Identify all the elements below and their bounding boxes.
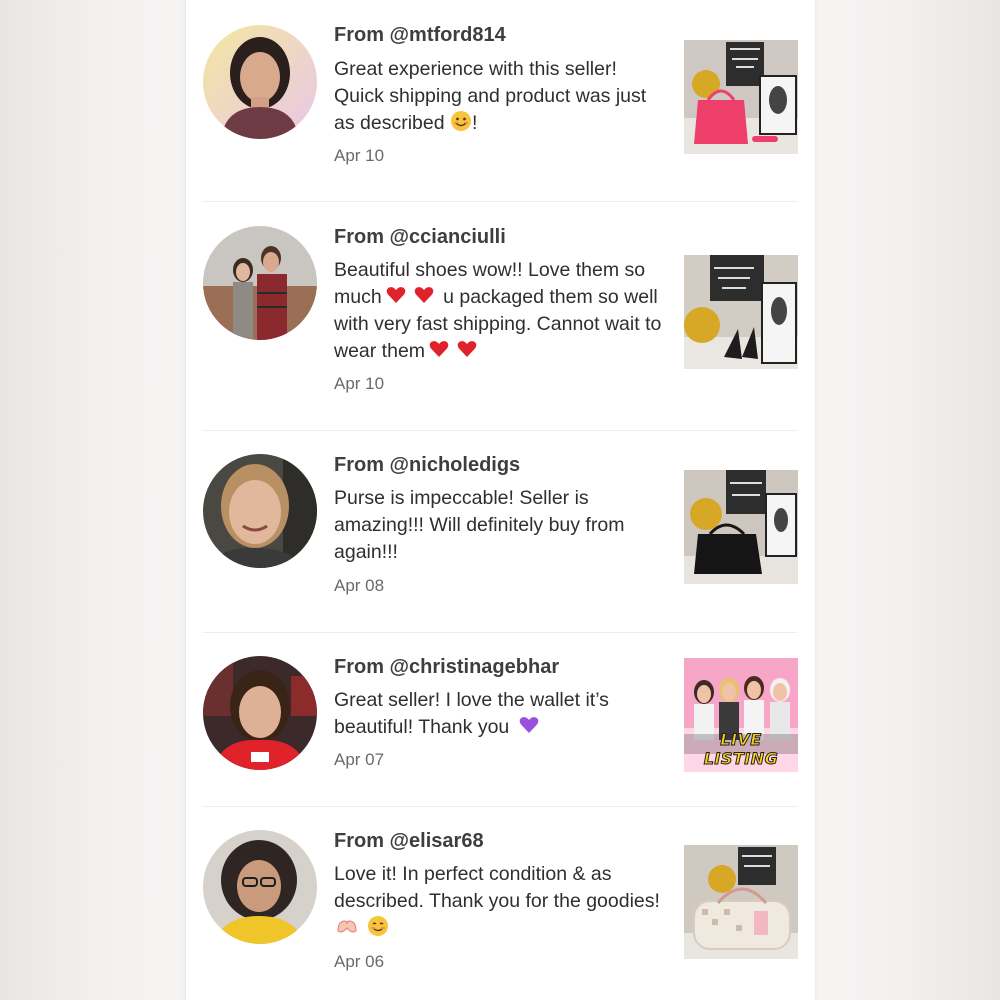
divider [203,632,797,633]
review-comment: Great seller! I love the wallet it’s bea… [334,689,615,738]
reviews-list: From @mtford814 Great experience with th… [186,0,815,1000]
review-date: Apr 10 [334,146,385,165]
review-comment: Purse is impeccable! Seller is amazing!!… [334,487,630,563]
avatar[interactable] [203,830,317,944]
listing-thumbnail[interactable] [684,40,798,154]
blurred-background-right [815,0,1000,1000]
listing-thumbnail[interactable] [684,845,798,959]
listing-thumbnail[interactable] [684,470,798,584]
review-comment: Love it! In perfect condition & as descr… [334,861,664,942]
heart-emoji-icon [457,341,477,357]
heart-hands-emoji-icon [337,920,357,933]
review-author[interactable]: From @christinagebhar [334,656,559,679]
divider [203,201,797,202]
review-author[interactable]: From @elisar68 [334,830,484,853]
avatar[interactable] [203,226,317,340]
avatar[interactable] [203,25,317,139]
review-author[interactable]: From @mtford814 [334,24,506,47]
heart-emoji-icon [429,341,449,357]
smiling-blush-emoji-icon [368,916,389,936]
review-date: Apr 07 [334,750,385,769]
review-comment: Beautiful shoes wow!! Love them so much … [334,259,667,362]
listing-thumbnail[interactable]: LIVE LISTING [684,658,798,772]
avatar[interactable] [203,656,317,770]
review-date: Apr 10 [334,374,385,393]
heart-emoji-icon [386,287,405,303]
avatar[interactable] [203,454,317,568]
smile-emoji-icon [450,111,471,131]
review-date: Apr 06 [334,952,385,971]
review-comment: Great experience with this seller! Quick… [334,58,652,134]
listing-thumbnail[interactable] [684,255,798,369]
review-author[interactable]: From @nicholedigs [334,454,520,477]
review-date: Apr 08 [334,576,385,595]
divider [203,806,797,807]
divider [203,430,797,431]
purple-heart-emoji-icon [519,717,538,733]
review-author[interactable]: From @ccianciulli [334,226,506,249]
live-listing-label: LIVE LISTING [703,730,779,769]
heart-emoji-icon [414,287,433,303]
blurred-background-left [0,0,185,1000]
